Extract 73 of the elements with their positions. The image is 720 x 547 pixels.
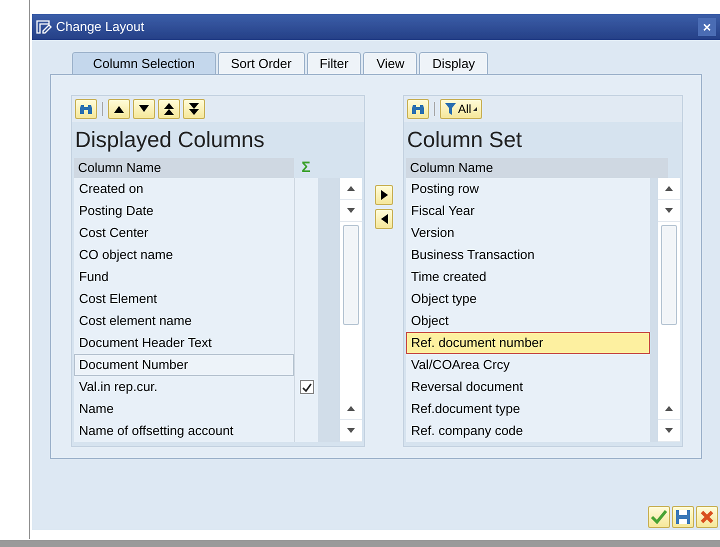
close-icon — [700, 510, 714, 524]
tab[interactable]: View — [363, 52, 418, 74]
list-row[interactable]: Object — [406, 310, 650, 332]
confirm-button[interactable] — [648, 506, 670, 528]
move-top-button[interactable] — [158, 99, 180, 119]
find-button[interactable] — [407, 99, 429, 119]
panel-title: Displayed Columns — [74, 126, 266, 154]
list-row[interactable]: Document Number — [74, 354, 294, 376]
list-row[interactable]: Object type — [406, 288, 650, 310]
scrollbar[interactable] — [340, 178, 362, 442]
tab[interactable]: Filter — [306, 52, 362, 74]
column-header: Column Name — [406, 158, 668, 178]
down-triangle-icon — [139, 105, 149, 113]
list-row[interactable]: Name — [74, 398, 294, 420]
scroll-up-icon — [347, 406, 355, 411]
list-row[interactable]: Reversal document — [406, 376, 650, 398]
list-row[interactable]: Ref. document number — [406, 332, 650, 354]
right-triangle-icon — [380, 190, 388, 200]
check-icon — [302, 382, 312, 392]
list-row[interactable]: Ref.document type — [406, 398, 650, 420]
list-row[interactable]: Created on — [74, 178, 294, 200]
left-triangle-icon — [380, 214, 388, 224]
filter-button[interactable]: All — [440, 99, 482, 119]
filter-icon — [445, 103, 456, 115]
move-bottom-button[interactable] — [183, 99, 205, 119]
double-up-icon — [164, 103, 174, 115]
scroll-up-icon — [347, 186, 355, 191]
scroll-down-icon — [665, 428, 674, 433]
tab[interactable]: Display — [419, 52, 488, 74]
save-button[interactable] — [672, 506, 694, 528]
list-row[interactable]: Document Header Text — [74, 332, 294, 354]
binoculars-icon — [411, 102, 425, 116]
corner-icon — [473, 107, 478, 111]
checkbox[interactable] — [300, 380, 314, 394]
add-column-button[interactable] — [375, 185, 393, 205]
list-row[interactable]: Business Transaction — [406, 244, 650, 266]
list-row[interactable]: Ref. company code — [406, 420, 650, 442]
double-down-icon — [189, 103, 199, 115]
list-row[interactable]: Fiscal Year — [406, 200, 650, 222]
list-row[interactable]: Name of offsetting account — [74, 420, 294, 442]
remove-column-button[interactable] — [375, 209, 393, 229]
scroll-up-icon — [665, 406, 674, 411]
up-triangle-icon — [114, 105, 124, 113]
list-row[interactable]: Cost Center — [74, 222, 294, 244]
check-icon — [651, 510, 667, 524]
scroll-down-icon — [347, 428, 355, 433]
column-header: Column Name — [74, 158, 294, 178]
cancel-button[interactable] — [696, 506, 718, 528]
scroll-down-icon — [347, 208, 355, 213]
find-button[interactable] — [75, 99, 97, 119]
tab[interactable]: Sort Order — [218, 52, 305, 74]
window-title: Change Layout — [56, 18, 144, 36]
list-row[interactable]: Val/COArea Crcy — [406, 354, 650, 376]
panel-title: Column Set — [406, 126, 523, 154]
scrollbar[interactable] — [658, 178, 680, 442]
list-row[interactable]: CO object name — [74, 244, 294, 266]
list-row[interactable]: Posting Date — [74, 200, 294, 222]
list-row[interactable]: Posting row — [406, 178, 650, 200]
close-button[interactable]: × — [698, 18, 716, 36]
layout-icon — [36, 20, 52, 34]
binoculars-icon — [79, 102, 93, 116]
list-row[interactable]: Cost Element — [74, 288, 294, 310]
scroll-down-icon — [665, 208, 674, 213]
list-row[interactable]: Time created — [406, 266, 650, 288]
list-row[interactable]: Fund — [74, 266, 294, 288]
tab[interactable]: Column Selection — [72, 52, 216, 74]
sum-header: Σ — [300, 158, 312, 178]
list-row[interactable]: Val.in rep.cur. — [74, 376, 294, 398]
move-down-button[interactable] — [133, 99, 155, 119]
move-up-button[interactable] — [108, 99, 130, 119]
scroll-up-icon — [665, 186, 674, 191]
list-row[interactable]: Version — [406, 222, 650, 244]
list-row[interactable]: Cost element name — [74, 310, 294, 332]
